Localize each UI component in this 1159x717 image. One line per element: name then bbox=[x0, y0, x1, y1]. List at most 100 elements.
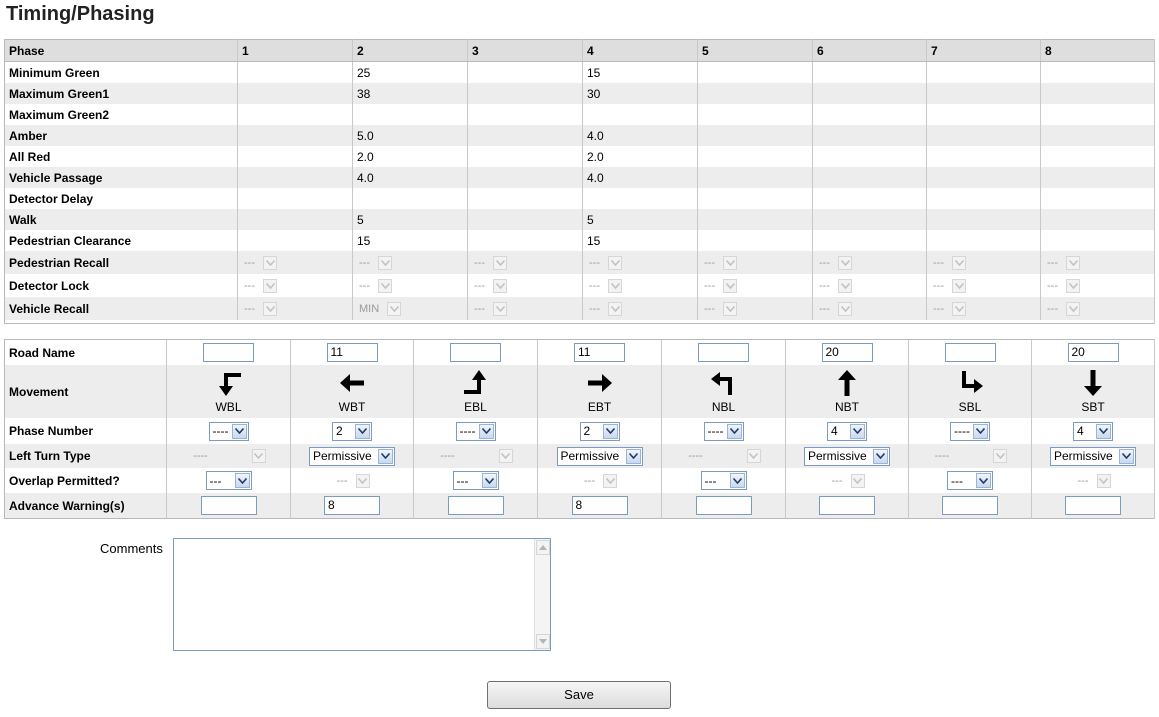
timing-cell[interactable] bbox=[697, 230, 813, 251]
left-turn-type-select[interactable]: Permissive bbox=[804, 446, 890, 466]
chevron-down-icon[interactable] bbox=[1119, 448, 1134, 464]
phase-number-select[interactable]: ---- bbox=[208, 421, 249, 441]
phase-number-select[interactable]: ---- bbox=[703, 421, 744, 441]
timing-cell[interactable] bbox=[697, 146, 813, 167]
timing-cell[interactable] bbox=[812, 125, 927, 146]
timing-cell[interactable] bbox=[467, 83, 583, 104]
timing-cell[interactable] bbox=[467, 146, 583, 167]
timing-cell[interactable] bbox=[697, 209, 813, 230]
timing-cell[interactable] bbox=[237, 61, 353, 83]
timing-cell[interactable] bbox=[926, 209, 1041, 230]
timing-cell[interactable] bbox=[812, 209, 927, 230]
timing-cell[interactable] bbox=[697, 167, 813, 188]
timing-cell[interactable] bbox=[352, 104, 468, 125]
timing-cell[interactable] bbox=[1040, 125, 1155, 146]
road-name-input[interactable] bbox=[944, 343, 996, 362]
road-name-input[interactable]: 11 bbox=[574, 343, 625, 362]
timing-cell[interactable] bbox=[926, 146, 1041, 167]
timing-cell[interactable] bbox=[1040, 146, 1155, 167]
overlap-select[interactable]: --- bbox=[452, 471, 499, 490]
timing-cell[interactable] bbox=[1040, 83, 1155, 104]
advance-warning-input[interactable]: 8 bbox=[324, 496, 380, 515]
timing-cell[interactable] bbox=[1040, 61, 1155, 83]
chevron-down-icon[interactable] bbox=[625, 448, 641, 464]
chevron-down-icon[interactable] bbox=[355, 423, 370, 439]
timing-cell[interactable] bbox=[697, 125, 813, 146]
timing-cell[interactable] bbox=[812, 167, 927, 188]
timing-cell[interactable] bbox=[237, 83, 353, 104]
timing-cell[interactable] bbox=[812, 61, 927, 83]
comments-scrollbar[interactable] bbox=[534, 539, 550, 650]
timing-cell[interactable]: 5 bbox=[352, 209, 468, 230]
timing-cell[interactable] bbox=[697, 61, 813, 83]
chevron-down-icon[interactable] bbox=[234, 473, 250, 488]
chevron-down-icon[interactable] bbox=[478, 423, 494, 439]
timing-cell[interactable] bbox=[926, 83, 1041, 104]
chevron-down-icon[interactable] bbox=[726, 423, 742, 439]
timing-cell[interactable] bbox=[926, 125, 1041, 146]
advance-warning-input[interactable] bbox=[447, 496, 504, 515]
timing-cell[interactable] bbox=[697, 188, 813, 209]
road-name-input[interactable]: 11 bbox=[326, 343, 378, 362]
timing-cell[interactable] bbox=[582, 188, 698, 209]
chevron-down-icon[interactable] bbox=[231, 423, 247, 439]
advance-warning-input[interactable] bbox=[819, 496, 875, 515]
timing-cell[interactable] bbox=[812, 188, 927, 209]
timing-cell[interactable] bbox=[467, 125, 583, 146]
timing-cell[interactable] bbox=[467, 230, 583, 251]
chevron-down-icon[interactable] bbox=[1096, 423, 1111, 439]
timing-cell[interactable] bbox=[926, 167, 1041, 188]
timing-cell[interactable] bbox=[1040, 104, 1155, 125]
timing-cell[interactable]: 15 bbox=[582, 61, 698, 83]
timing-cell[interactable] bbox=[1040, 230, 1155, 251]
timing-cell[interactable] bbox=[237, 230, 353, 251]
timing-cell[interactable] bbox=[237, 104, 353, 125]
road-name-input[interactable] bbox=[698, 343, 749, 362]
overlap-select[interactable]: --- bbox=[205, 471, 252, 490]
left-turn-type-select[interactable]: Permissive bbox=[309, 446, 395, 466]
timing-cell[interactable]: 4.0 bbox=[352, 167, 468, 188]
timing-cell[interactable]: 25 bbox=[352, 61, 468, 83]
timing-cell[interactable] bbox=[467, 61, 583, 83]
road-name-input[interactable]: 20 bbox=[821, 343, 873, 362]
timing-cell[interactable] bbox=[237, 125, 353, 146]
timing-cell[interactable] bbox=[812, 230, 927, 251]
comments-textarea[interactable] bbox=[173, 538, 551, 651]
timing-cell[interactable]: 30 bbox=[582, 83, 698, 104]
chevron-down-icon[interactable] bbox=[873, 448, 888, 464]
timing-cell[interactable] bbox=[697, 104, 813, 125]
timing-cell[interactable] bbox=[467, 104, 583, 125]
road-name-input[interactable] bbox=[450, 343, 501, 362]
chevron-down-icon[interactable] bbox=[976, 473, 991, 488]
timing-cell[interactable]: 2.0 bbox=[352, 146, 468, 167]
advance-warning-input[interactable] bbox=[1065, 496, 1121, 515]
timing-cell[interactable]: 5 bbox=[582, 209, 698, 230]
phase-number-select[interactable]: 2 bbox=[579, 421, 620, 441]
phase-number-select[interactable]: ---- bbox=[455, 421, 496, 441]
timing-cell[interactable] bbox=[926, 61, 1041, 83]
timing-cell[interactable]: 15 bbox=[582, 230, 698, 251]
timing-cell[interactable] bbox=[1040, 209, 1155, 230]
timing-cell[interactable] bbox=[812, 83, 927, 104]
chevron-down-icon[interactable] bbox=[973, 423, 988, 439]
timing-cell[interactable] bbox=[926, 230, 1041, 251]
road-name-input[interactable] bbox=[203, 343, 254, 362]
timing-cell[interactable] bbox=[467, 167, 583, 188]
overlap-select[interactable]: --- bbox=[947, 471, 993, 490]
timing-cell[interactable] bbox=[237, 146, 353, 167]
advance-warning-input[interactable] bbox=[942, 496, 998, 515]
scroll-up-icon[interactable] bbox=[536, 540, 550, 555]
road-name-input[interactable]: 20 bbox=[1067, 343, 1119, 362]
timing-cell[interactable] bbox=[812, 146, 927, 167]
timing-cell[interactable] bbox=[1040, 188, 1155, 209]
chevron-down-icon[interactable] bbox=[729, 473, 745, 488]
timing-cell[interactable] bbox=[926, 104, 1041, 125]
timing-cell[interactable] bbox=[582, 104, 698, 125]
timing-cell[interactable] bbox=[926, 188, 1041, 209]
timing-cell[interactable]: 38 bbox=[352, 83, 468, 104]
chevron-down-icon[interactable] bbox=[602, 423, 618, 439]
left-turn-type-select[interactable]: Permissive bbox=[1050, 446, 1136, 466]
timing-cell[interactable] bbox=[467, 209, 583, 230]
timing-cell[interactable]: 15 bbox=[352, 230, 468, 251]
timing-cell[interactable] bbox=[812, 104, 927, 125]
